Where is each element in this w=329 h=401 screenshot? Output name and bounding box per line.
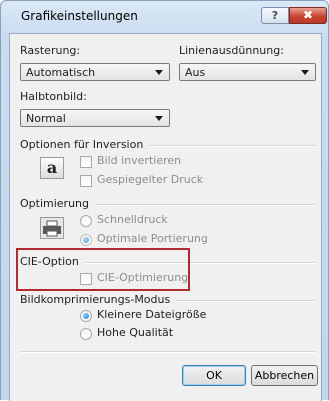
inversion-letter-icon: a: [40, 157, 64, 179]
halbtonbild-dropdown[interactable]: Normal: [20, 109, 170, 127]
optimale-portierung-radio[interactable]: [80, 234, 92, 246]
linienausduennung-value: Aus: [185, 66, 206, 79]
kleinere-dateigroesse-radio[interactable]: [80, 310, 92, 322]
chevron-down-icon: [301, 70, 309, 75]
rasterung-label: Rasterung:: [20, 44, 81, 57]
help-button[interactable]: ?: [261, 7, 289, 24]
window-title: Grafikeinstellungen: [21, 9, 138, 23]
optimale-portierung-label: Optimale Portierung: [97, 232, 208, 245]
gespiegelter-druck-checkbox[interactable]: [80, 175, 92, 187]
bildkompression-section-title: Bildkomprimierungs-Modus: [20, 293, 177, 306]
close-button[interactable]: ✖: [289, 7, 327, 24]
optimierung-section-title: Optimierung: [20, 197, 95, 210]
dialog-content: Rasterung: Automatisch Linienausdünnung:…: [9, 33, 322, 401]
hohe-qualitaet-radio[interactable]: [80, 328, 92, 340]
cie-highlight-box: [16, 248, 190, 291]
bild-invertieren-checkbox[interactable]: [80, 156, 92, 168]
hohe-qualitaet-label: Hohe Qualität: [97, 326, 174, 339]
kleinere-dateigroesse-label: Kleinere Dateigröße: [97, 308, 207, 321]
linienausduennung-dropdown[interactable]: Aus: [179, 63, 316, 81]
rasterung-value: Automatisch: [26, 66, 96, 79]
bottom-separator: [20, 351, 316, 353]
halbtonbild-value: Normal: [26, 112, 66, 125]
ok-button[interactable]: OK: [182, 365, 246, 386]
dialog-window: Grafikeinstellungen ? ✖ Rasterung: Autom…: [0, 0, 329, 401]
schnelldruck-label: Schnelldruck: [97, 213, 168, 226]
title-bar: Grafikeinstellungen ? ✖: [1, 1, 329, 33]
cancel-button[interactable]: Abbrechen: [251, 365, 318, 386]
linienausduennung-label: Linienausdünnung:: [179, 44, 284, 57]
printer-icon: [40, 217, 64, 239]
chevron-down-icon: [155, 70, 163, 75]
bild-invertieren-label: Bild invertieren: [97, 154, 182, 167]
schnelldruck-radio[interactable]: [80, 215, 92, 227]
chevron-down-icon: [155, 116, 163, 121]
rasterung-dropdown[interactable]: Automatisch: [20, 63, 170, 81]
inversion-section-title: Optionen für Inversion: [20, 138, 150, 151]
halbtonbild-label: Halbtonbild:: [20, 90, 87, 103]
gespiegelter-druck-label: Gespiegelter Druck: [97, 173, 204, 186]
